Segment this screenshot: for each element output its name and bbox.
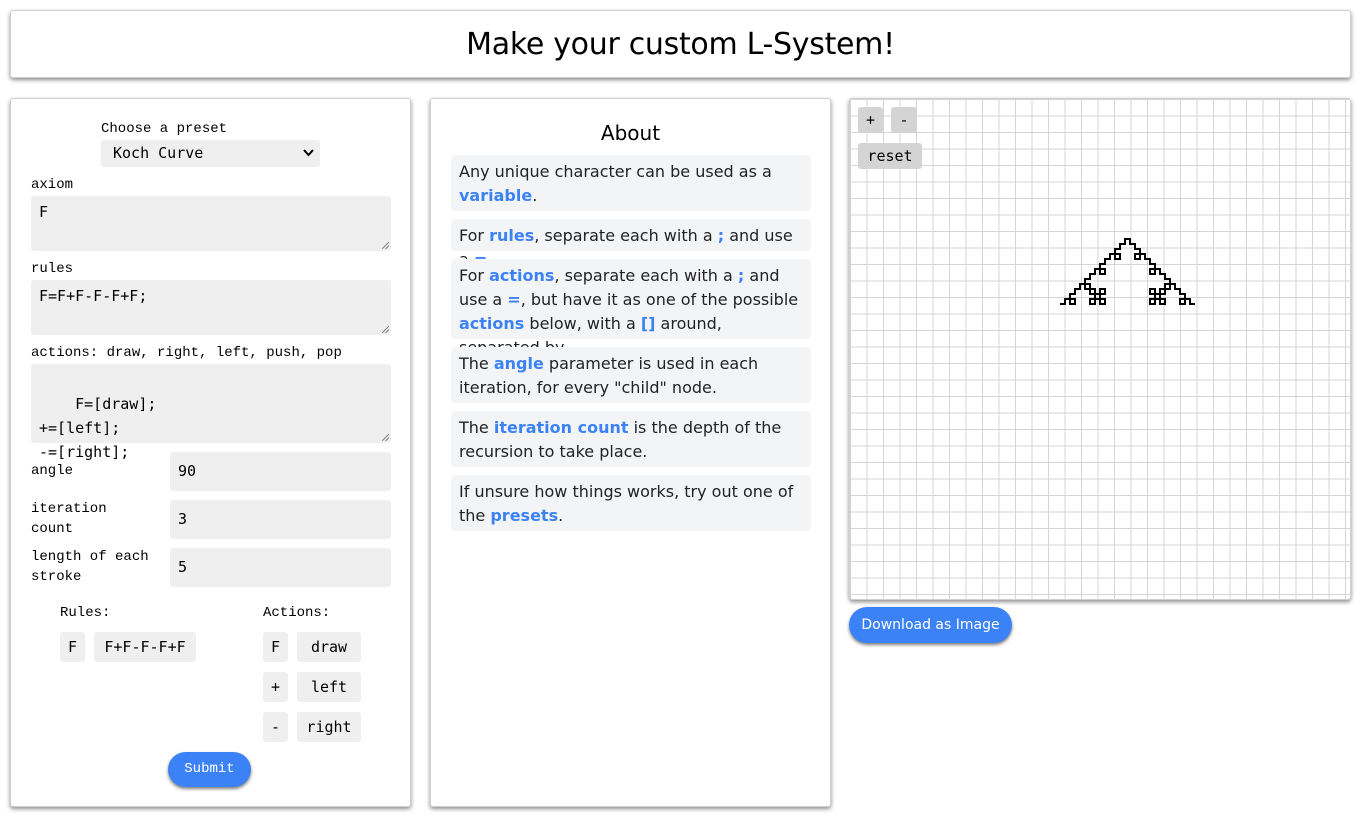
- resize-handle-icon[interactable]: [382, 242, 389, 249]
- action-value: left: [297, 672, 361, 702]
- submit-button[interactable]: Submit: [168, 752, 251, 787]
- drawing-canvas[interactable]: + - reset: [849, 98, 1351, 600]
- about-text: , separate each with a: [554, 266, 738, 285]
- about-text: For: [459, 226, 490, 245]
- resize-handle-icon[interactable]: [382, 434, 389, 441]
- action-value: draw: [297, 632, 361, 662]
- reset-button[interactable]: reset: [858, 143, 922, 169]
- angle-label: angle: [31, 463, 74, 479]
- about-text: For: [459, 266, 490, 285]
- axiom-label: axiom: [31, 177, 74, 193]
- zoom-out-button[interactable]: -: [891, 107, 917, 133]
- rules-input[interactable]: F=F+F-F-F+F;: [31, 280, 391, 335]
- about-highlight: variable: [459, 186, 533, 205]
- about-highlight: =: [507, 290, 521, 309]
- lsystem-form: Choose a preset Koch Curve axiom F rules…: [10, 98, 411, 807]
- about-title: About: [600, 121, 661, 145]
- about-highlight: []: [640, 314, 656, 333]
- action-key: +: [263, 672, 288, 702]
- rules-value: F=F+F-F-F+F;: [39, 287, 148, 305]
- length-input[interactable]: 5: [170, 548, 391, 587]
- axiom-value: F: [39, 203, 49, 221]
- about-item-rules: For rules, separate each with a ; and us…: [451, 219, 811, 269]
- length-label-line2: stroke: [31, 569, 82, 585]
- actions-value: F=[draw]; +=[left]; -=[right];: [39, 395, 157, 461]
- page-title: Make your custom L-System!: [466, 26, 895, 62]
- about-item-presets: If unsure how things works, try out one …: [451, 475, 811, 531]
- about-text: The: [459, 354, 494, 373]
- preset-select-wrap: Koch Curve: [101, 140, 320, 167]
- action-key: -: [263, 712, 288, 742]
- about-highlight: iteration count: [493, 418, 629, 437]
- preset-select[interactable]: Koch Curve: [101, 140, 320, 167]
- about-text: Any unique character can be used as a: [459, 162, 772, 181]
- actions-summary-title: Actions:: [263, 605, 331, 621]
- about-item-iteration: The iteration count is the depth of the …: [451, 411, 811, 467]
- rule-value: F+F-F-F+F: [94, 632, 196, 662]
- length-label: length of each stroke: [31, 547, 149, 587]
- iteration-input[interactable]: 3: [170, 500, 391, 539]
- action-value: right: [297, 712, 361, 742]
- about-text: , but have it as one of the possible: [520, 290, 799, 309]
- about-text: .: [532, 186, 538, 205]
- about-highlight: rules: [489, 226, 535, 245]
- about-text: .: [558, 506, 564, 525]
- actions-label: actions: draw, right, left, push, pop: [31, 345, 342, 361]
- iteration-label-line1: iteration: [31, 501, 107, 517]
- about-item-actions: For actions, separate each with a ; and …: [451, 259, 811, 357]
- about-text: The: [459, 418, 494, 437]
- rule-key: F: [60, 632, 85, 662]
- download-image-button[interactable]: Download as Image: [849, 607, 1012, 643]
- about-panel: About Any unique character can be used a…: [430, 98, 831, 807]
- about-text: below, with a: [524, 314, 641, 333]
- about-item-variable: Any unique character can be used as a va…: [451, 155, 811, 211]
- lsystem-drawing: [1060, 238, 1195, 305]
- rules-summary-title: Rules:: [60, 605, 111, 621]
- resize-handle-icon[interactable]: [382, 326, 389, 333]
- about-item-angle: The angle parameter is used in each iter…: [451, 347, 811, 403]
- koch-curve-path: [1060, 238, 1195, 305]
- actions-input[interactable]: F=[draw]; +=[left]; -=[right];: [31, 364, 391, 461]
- header-bar: Make your custom L-System!: [10, 10, 1351, 78]
- zoom-in-button[interactable]: +: [858, 107, 883, 133]
- about-highlight: angle: [493, 354, 544, 373]
- iteration-label: iteration count: [31, 499, 107, 539]
- iteration-label-line2: count: [31, 521, 74, 537]
- length-label-line1: length of each: [31, 549, 149, 565]
- about-highlight: presets: [490, 506, 559, 525]
- rules-label: rules: [31, 261, 74, 277]
- action-key: F: [263, 632, 288, 662]
- about-highlight: actions: [489, 266, 555, 285]
- axiom-input[interactable]: F: [31, 196, 391, 251]
- about-highlight: actions: [459, 314, 525, 333]
- angle-input[interactable]: 90: [170, 452, 391, 491]
- about-text: , separate each with a: [534, 226, 718, 245]
- preset-label: Choose a preset: [101, 121, 228, 137]
